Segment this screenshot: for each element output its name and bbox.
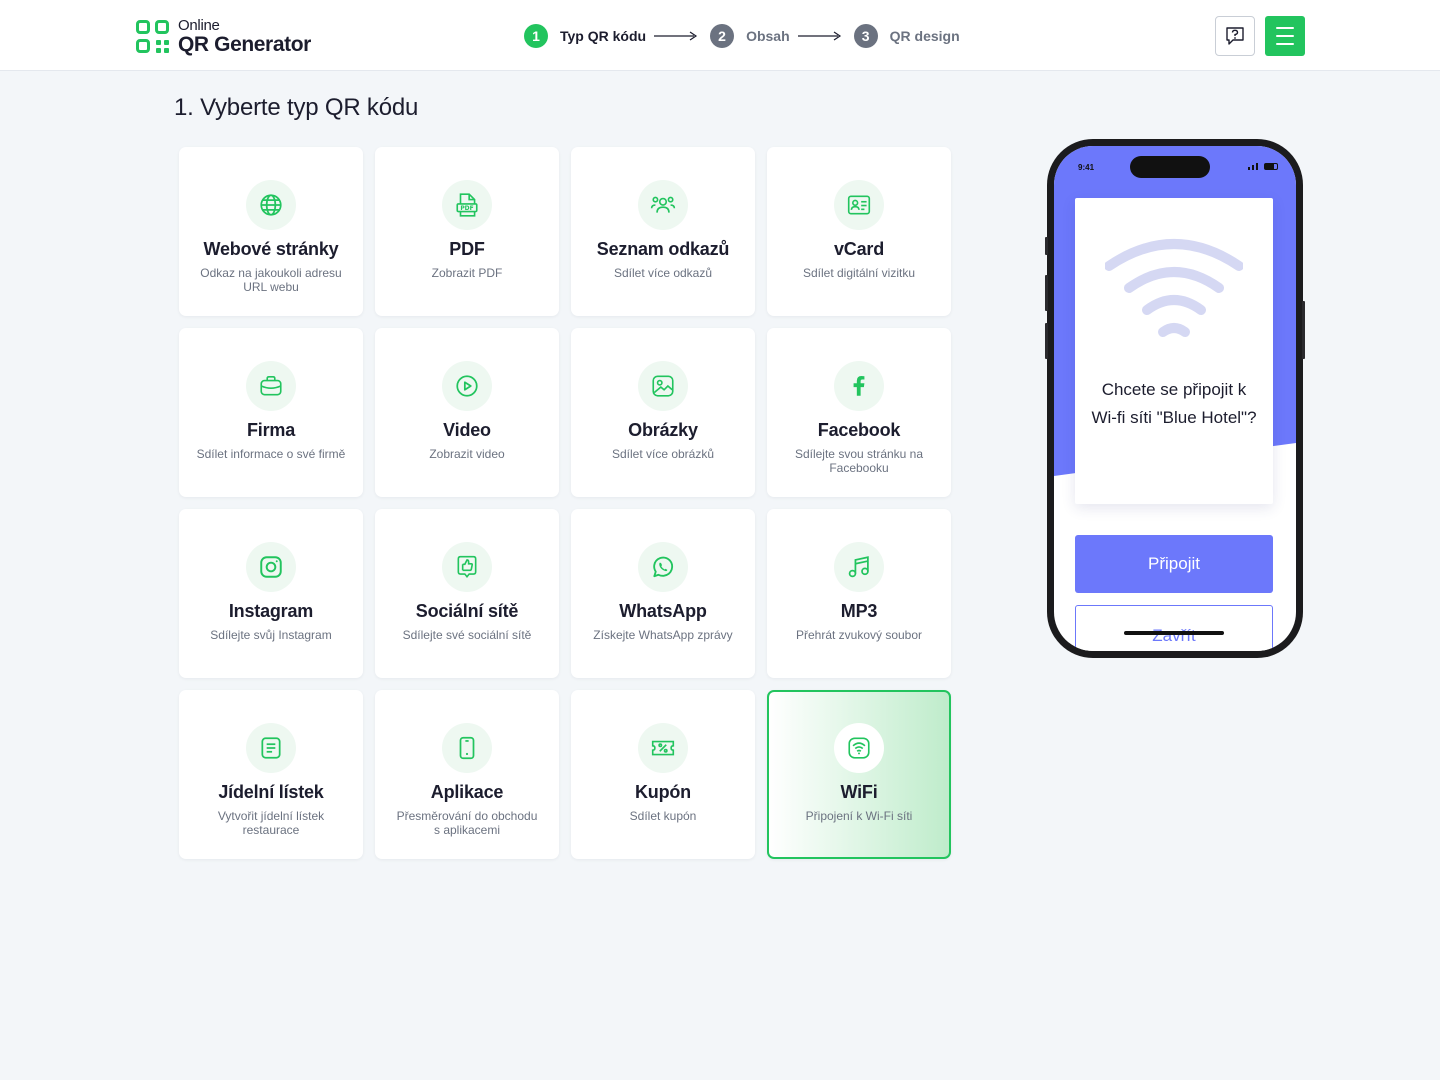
card-title: Jídelní lístek: [218, 782, 324, 802]
qr-type-card-website[interactable]: Webové stránky Odkaz na jakoukoli adresu…: [179, 147, 363, 316]
qr-type-card-images[interactable]: Obrázky Sdílet více obrázků: [571, 328, 755, 497]
qr-type-card-wifi[interactable]: WiFi Připojení k Wi-Fi síti: [767, 690, 951, 859]
qr-type-card-mp3[interactable]: MP3 Přehrát zvukový soubor: [767, 509, 951, 678]
card-description: Zobrazit PDF: [431, 266, 503, 280]
qr-type-card-vcard[interactable]: vCard Sdílet digitální vizitku: [767, 147, 951, 316]
card-title: Firma: [246, 420, 296, 440]
card-title: Video: [443, 420, 491, 440]
thumbs-up-icon: [442, 542, 492, 592]
music-icon: [834, 542, 884, 592]
dynamic-island: [1130, 156, 1210, 178]
logo-name-text: QR Generator: [178, 33, 311, 56]
page-title: 1. Vyberte typ QR kódu: [174, 94, 419, 121]
card-title: Instagram: [228, 601, 314, 621]
card-title: Obrázky: [628, 420, 698, 440]
hamburger-menu-icon: [1276, 27, 1294, 29]
whatsapp-icon: [638, 542, 688, 592]
card-description: Přehrát zvukový soubor: [795, 628, 923, 642]
facebook-icon: [834, 361, 884, 411]
step-2-number: 2: [710, 24, 735, 48]
qr-type-card-video[interactable]: Video Zobrazit video: [375, 328, 559, 497]
qr-type-card-app[interactable]: Aplikace Přesměrování do obchodu s aplik…: [375, 690, 559, 859]
status-icons: [1248, 163, 1278, 170]
wifi-icon: [1105, 239, 1243, 337]
card-description: Přesměrování do obchodu s aplikacemi: [396, 809, 538, 837]
card-description: Sdílejte své sociální sítě: [402, 628, 532, 642]
svg-text:PDF: PDF: [460, 205, 473, 212]
qr-type-card-facebook[interactable]: Facebook Sdílejte svou stránku na Facebo…: [767, 328, 951, 497]
logo[interactable]: Online QR Generator: [136, 18, 311, 55]
close-button[interactable]: Zavřít: [1075, 605, 1273, 651]
qr-type-card-social[interactable]: Sociální sítě Sdílejte své sociální sítě: [375, 509, 559, 678]
coupon-icon: [638, 723, 688, 773]
play-icon: [442, 361, 492, 411]
card-title: MP3: [840, 601, 878, 621]
card-title: Sociální sítě: [415, 601, 519, 621]
card-description: Sdílet informace o své firmě: [196, 447, 346, 461]
step-2-label: Obsah: [746, 28, 790, 44]
card-description: Připojení k Wi-Fi síti: [805, 809, 913, 823]
status-time: 9:41: [1078, 163, 1095, 172]
card-title: Seznam odkazů: [596, 239, 730, 259]
arrow-right-icon: [654, 24, 698, 48]
qr-type-card-links[interactable]: Seznam odkazů Sdílet více odkazů: [571, 147, 755, 316]
smartphone-icon: [442, 723, 492, 773]
qr-type-card-instagram[interactable]: Instagram Sdílejte svůj Instagram: [179, 509, 363, 678]
wifi-icon: [834, 723, 884, 773]
card-title: Aplikace: [430, 782, 504, 802]
help-button[interactable]: [1215, 16, 1255, 56]
card-description: Sdílejte svou stránku na Facebooku: [794, 447, 924, 475]
card-title: WiFi: [840, 782, 878, 802]
top-header: Online QR Generator 1 Typ QR kódu 2 Obsa…: [0, 0, 1440, 71]
home-indicator: [1124, 631, 1224, 635]
card-title: Kupón: [635, 782, 691, 802]
qr-type-card-menu[interactable]: Jídelní lístek Vytvořit jídelní lístek r…: [179, 690, 363, 859]
card-description: Zobrazit video: [429, 447, 505, 461]
phone-preview: 9:41 Chcete se připojit k Wi-fi síti "Bl…: [1045, 139, 1305, 658]
card-title: Webové stránky: [203, 239, 339, 259]
qr-type-card-pdf[interactable]: PDF PDF Zobrazit PDF: [375, 147, 559, 316]
card-description: Sdílet více obrázků: [611, 447, 715, 461]
instagram-icon: [246, 542, 296, 592]
help-chat-icon: [1226, 27, 1244, 45]
step-1-number: 1: [524, 24, 548, 48]
card-description: Získejte WhatsApp zprávy: [593, 628, 733, 642]
step-2[interactable]: 2 Obsah: [710, 24, 790, 48]
card-description: Sdílejte svůj Instagram: [210, 628, 332, 642]
briefcase-icon: [246, 361, 296, 411]
step-indicator: 1 Typ QR kódu 2 Obsah 3 QR design: [524, 24, 960, 48]
links-list-icon: [638, 180, 688, 230]
qr-type-card-coupon[interactable]: Kupón Sdílet kupón: [571, 690, 755, 859]
step-1-label: Typ QR kódu: [560, 28, 647, 44]
step-1[interactable]: 1 Typ QR kódu: [524, 24, 646, 48]
step-3-number: 3: [853, 24, 878, 48]
phone-screen: 9:41 Chcete se připojit k Wi-fi síti "Bl…: [1054, 146, 1296, 651]
card-title: Facebook: [817, 420, 901, 440]
image-icon: [638, 361, 688, 411]
card-description: Sdílet více odkazů: [613, 266, 713, 280]
qr-type-grid: Webové stránky Odkaz na jakoukoli adresu…: [179, 147, 951, 859]
card-title: PDF: [449, 239, 485, 259]
card-title: WhatsApp: [619, 601, 707, 621]
card-description: Sdílet kupón: [629, 809, 697, 823]
qr-type-card-business[interactable]: Firma Sdílet informace o své firmě: [179, 328, 363, 497]
card-title: vCard: [833, 239, 885, 259]
pdf-icon: PDF: [442, 180, 492, 230]
arrow-right-icon: [797, 24, 842, 48]
qr-type-card-whatsapp[interactable]: WhatsApp Získejte WhatsApp zprávy: [571, 509, 755, 678]
globe-icon: [246, 180, 296, 230]
vcard-icon: [834, 180, 884, 230]
step-3[interactable]: 3 QR design: [853, 24, 960, 48]
menu-list-icon: [246, 723, 296, 773]
logo-online-text: Online: [178, 17, 220, 34]
card-description: Vytvořit jídelní lístek restaurace: [217, 809, 325, 837]
step-3-label: QR design: [889, 28, 960, 44]
connect-button[interactable]: Připojit: [1075, 535, 1273, 593]
card-description: Sdílet digitální vizitku: [802, 266, 916, 280]
menu-button[interactable]: [1265, 16, 1305, 56]
qr-logo-icon: [136, 19, 170, 54]
wifi-prompt-card: Chcete se připojit k Wi-fi síti "Blue Ho…: [1075, 198, 1273, 504]
wifi-question-text: Chcete se připojit k Wi-fi síti "Blue Ho…: [1091, 380, 1257, 427]
card-description: Odkaz na jakoukoli adresu URL webu: [200, 266, 342, 294]
